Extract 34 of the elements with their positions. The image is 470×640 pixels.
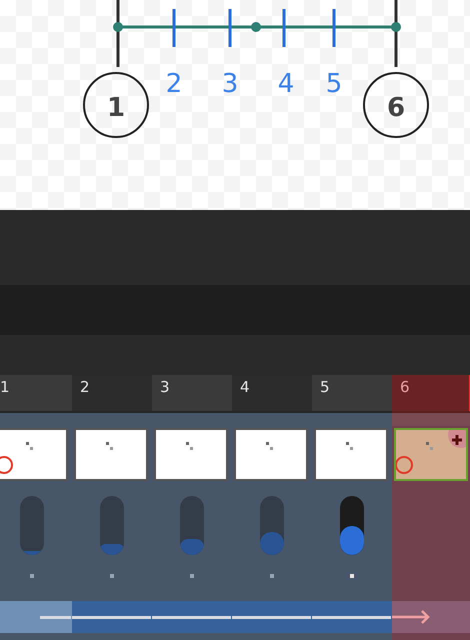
frame-tab[interactable]: 3 [152,375,232,413]
sketch-marks-drawing [426,442,433,450]
circle-drawing [83,72,149,138]
frame-thumbnail[interactable] [154,428,228,481]
handwritten-number: 1 [106,93,126,123]
circle-drawing [363,72,429,138]
opacity-slider[interactable] [340,496,364,556]
handwritten-number: 4 [278,69,294,99]
timeline-bar [0,601,72,633]
drawing-canvas[interactable]: 1 2 3 4 5 6 [0,0,470,210]
frame-thumbnail[interactable] [234,428,308,481]
sketch-marks-drawing [266,442,273,450]
frame-tab[interactable]: 4 [232,375,312,413]
opacity-slider[interactable] [180,496,204,556]
handwritten-number: 3 [222,69,238,99]
frame-tab[interactable]: 1 [0,375,72,413]
frame-thumbnail[interactable] [0,428,68,481]
frame-thumbnail[interactable] [314,428,388,481]
sketch-marks-drawing [186,442,193,450]
handwritten-number: 5 [326,69,342,99]
frame-tab[interactable]: 2 [72,375,152,413]
sketch-marks-drawing [26,442,33,450]
handwritten-number: 6 [386,93,406,123]
handwritten-number: 2 [166,69,182,99]
frame-tab[interactable]: 6 [392,375,470,413]
sketch-marks-drawing [106,442,113,450]
opacity-slider[interactable] [260,496,284,556]
frame-thumbnail[interactable] [394,428,468,481]
opacity-slider[interactable] [100,496,124,556]
sketch-marks-drawing [346,442,353,450]
frame-thumbnail[interactable] [74,428,148,481]
arrow-icon [392,610,432,624]
frame-tab[interactable]: 5 [312,375,392,413]
opacity-slider[interactable] [20,496,44,556]
